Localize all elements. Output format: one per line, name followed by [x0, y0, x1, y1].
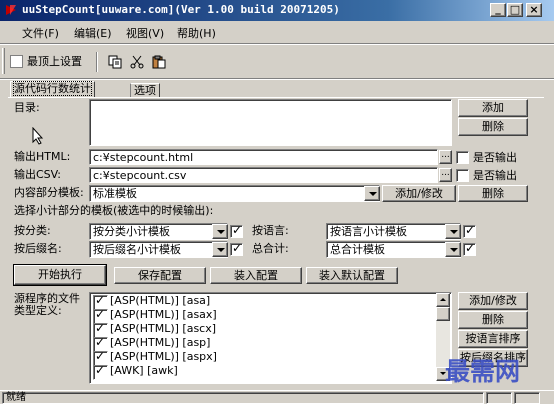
csv-output-checkbox[interactable] — [456, 169, 469, 182]
html-output-label: 输出HTML: — [14, 150, 71, 163]
content-template-dropdown-icon[interactable] — [364, 186, 380, 201]
title-bar[interactable]: uuStepCount[uuware.com](Ver 1.00 build 2… — [0, 0, 554, 21]
filetype-label: [ASP(HTML)] [asa] — [110, 294, 211, 307]
subtotal-hint: 选择小计部分的模板(被选中的时候输出): — [14, 204, 214, 217]
by-category-select[interactable]: 按分类小计模板 — [89, 223, 228, 240]
filetype-checkbox[interactable] — [93, 363, 108, 380]
content-template-value: 标准模板 — [93, 187, 137, 200]
by-ext-checkbox[interactable] — [230, 241, 243, 256]
html-path-input[interactable]: c:¥stepcount.html — [89, 149, 438, 165]
menu-divider — [0, 43, 554, 45]
filetypes-list[interactable]: [ASP(HTML)] [asa][ASP(HTML)] [asax][ASP(… — [89, 292, 452, 384]
content-template-select[interactable]: 标准模板 — [89, 185, 380, 202]
by-category-checkbox[interactable] — [230, 223, 243, 238]
tab-source-count[interactable]: 源代码行数统计 — [10, 81, 95, 98]
filetype-label: [ASP(HTML)] [asp] — [110, 336, 211, 349]
total-checkbox[interactable] — [463, 241, 476, 256]
total-select[interactable]: 总合计模板 — [326, 241, 461, 258]
total-value: 总合计模板 — [330, 243, 385, 256]
toolbar: 最顶上设置 — [0, 46, 554, 78]
menu-bar: 文件(F) 编辑(E) 视图(V) 帮助(H) — [0, 21, 554, 43]
topmost-label: 最顶上设置 — [27, 55, 82, 68]
by-language-value: 按语言小计模板 — [330, 225, 407, 238]
cut-icon[interactable] — [130, 55, 144, 69]
csv-output-flag-label: 是否输出 — [473, 169, 517, 182]
by-ext-dropdown-icon[interactable] — [212, 242, 228, 257]
filetypes-rows: [ASP(HTML)] [asa][ASP(HTML)] [asax][ASP(… — [91, 293, 437, 380]
filetype-row[interactable]: [ASP(HTML)] [asp] — [91, 335, 437, 352]
mouse-cursor-icon — [32, 126, 44, 145]
csv-path-input[interactable]: c:¥stepcount.csv — [89, 167, 438, 183]
filetype-delete-button[interactable]: 删除 — [458, 311, 528, 329]
close-button[interactable]: × — [526, 3, 542, 17]
directory-list[interactable] — [89, 99, 452, 146]
total-label: 总合计: — [252, 242, 289, 255]
by-language-select[interactable]: 按语言小计模板 — [326, 223, 461, 240]
dir-label: 目录: — [14, 101, 40, 114]
filetype-row[interactable]: [AWK] [awk] — [91, 363, 437, 380]
minimize-button[interactable]: _ — [490, 3, 506, 17]
content-template-label: 内容部分模板: — [14, 186, 84, 199]
delete-dir-button[interactable]: 删除 — [458, 118, 528, 136]
menu-file[interactable]: 文件(F) — [22, 25, 59, 41]
filetypes-label: 源程序的文件类型定义: — [14, 292, 80, 317]
save-config-button[interactable]: 保存配置 — [114, 267, 206, 284]
tab-options-label: 选项 — [134, 84, 156, 97]
filetype-label: [AWK] [awk] — [110, 364, 178, 377]
by-category-value: 按分类小计模板 — [93, 225, 170, 238]
filetype-row[interactable]: [ASP(HTML)] [aspx] — [91, 349, 437, 366]
window-title: uuStepCount[uuware.com](Ver 1.00 build 2… — [22, 3, 340, 16]
content-add-edit-button[interactable]: 添加/修改 — [382, 185, 456, 202]
add-dir-button[interactable]: 添加 — [458, 99, 528, 117]
by-category-label: 按分类: — [14, 224, 51, 237]
by-ext-select[interactable]: 按后缀名小计模板 — [89, 241, 228, 258]
html-output-checkbox[interactable] — [456, 151, 469, 164]
by-category-dropdown-icon[interactable] — [212, 224, 228, 239]
load-default-button[interactable]: 装入默认配置 — [306, 267, 398, 284]
filetype-label: [ASP(HTML)] [asax] — [110, 308, 217, 321]
html-output-flag-label: 是否输出 — [473, 151, 517, 164]
menu-view[interactable]: 视图(V) — [126, 25, 164, 41]
by-language-label: 按语言: — [252, 224, 289, 237]
html-browse-button[interactable]: ... — [439, 150, 452, 164]
status-text: 就绪 — [2, 392, 484, 404]
status-pane-2 — [486, 392, 512, 404]
start-button[interactable]: 开始执行 — [13, 264, 107, 286]
scroll-up-icon[interactable] — [436, 293, 450, 307]
filetype-label: [ASP(HTML)] [aspx] — [110, 350, 217, 363]
menu-edit[interactable]: 编辑(E) — [74, 25, 112, 41]
filetype-label: [ASP(HTML)] [ascx] — [110, 322, 217, 335]
by-language-dropdown-icon[interactable] — [445, 224, 461, 239]
content-delete-button[interactable]: 删除 — [458, 185, 528, 202]
filetype-row[interactable]: [ASP(HTML)] [asax] — [91, 307, 437, 324]
by-language-checkbox[interactable] — [463, 223, 476, 238]
tab-options[interactable]: 选项 — [130, 83, 160, 98]
by-ext-value: 按后缀名小计模板 — [93, 243, 181, 256]
paste-icon[interactable] — [152, 55, 166, 69]
filetype-row[interactable]: [ASP(HTML)] [ascx] — [91, 321, 437, 338]
maximize-button[interactable]: □ — [507, 3, 523, 17]
menu-help[interactable]: 帮助(H) — [177, 25, 216, 41]
csv-browse-button[interactable]: ... — [439, 168, 452, 182]
load-config-button[interactable]: 装入配置 — [210, 267, 302, 284]
tab-source-count-label: 源代码行数统计 — [13, 81, 92, 96]
watermark: 最需网 — [445, 357, 521, 386]
status-pane-3 — [514, 392, 540, 404]
scroll-thumb[interactable] — [436, 307, 450, 321]
sort-by-language-button[interactable]: 按语言排序 — [458, 330, 528, 348]
by-ext-label: 按后缀名: — [14, 242, 62, 255]
toolbar-separator — [96, 52, 98, 72]
filetype-add-edit-button[interactable]: 添加/修改 — [458, 292, 528, 310]
copy-icon[interactable] — [108, 55, 122, 69]
filetype-row[interactable]: [ASP(HTML)] [asa] — [91, 293, 437, 310]
csv-output-label: 输出CSV: — [14, 168, 61, 181]
total-dropdown-icon[interactable] — [445, 242, 461, 257]
topmost-checkbox[interactable] — [10, 55, 23, 68]
app-icon — [4, 3, 18, 17]
status-bar: 就绪 — [0, 390, 554, 404]
toolbar-grip — [2, 48, 5, 74]
toolbar-divider — [0, 78, 554, 80]
